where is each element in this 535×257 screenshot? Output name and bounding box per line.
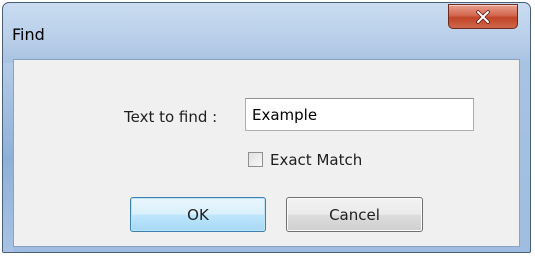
window-title: Find	[12, 25, 45, 44]
close-icon	[476, 9, 490, 24]
find-dialog: Find Text to find : Exact Match OK Cance…	[2, 2, 531, 253]
text-to-find-label: Text to find :	[124, 108, 218, 126]
text-to-find-input[interactable]	[245, 98, 474, 131]
close-button[interactable]	[448, 4, 518, 29]
exact-match-label[interactable]: Exact Match	[270, 151, 362, 169]
ok-button[interactable]: OK	[130, 197, 266, 232]
cancel-button[interactable]: Cancel	[286, 197, 423, 232]
exact-match-checkbox[interactable]	[248, 152, 263, 167]
dialog-client-area: Text to find : Exact Match OK Cancel	[13, 59, 520, 247]
window-frame-decoration	[3, 63, 13, 252]
